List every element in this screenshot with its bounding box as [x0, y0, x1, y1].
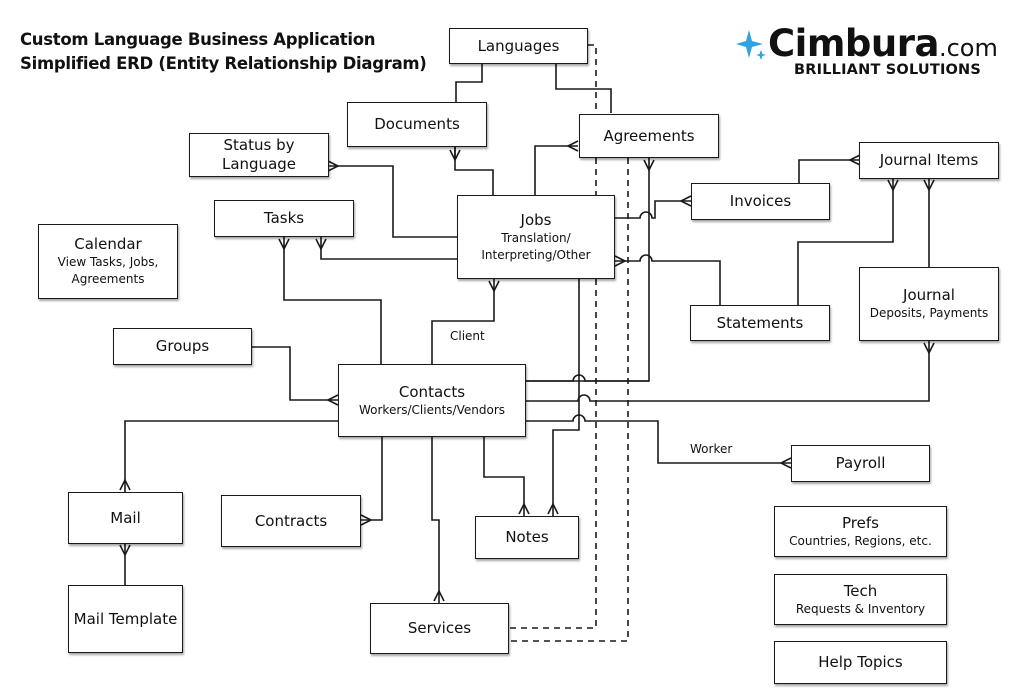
entity-description: Requests & Inventory — [795, 601, 926, 616]
line-groups-contacts — [251, 346, 338, 401]
entity-name: Services — [407, 619, 472, 637]
entity-name: Jobs — [520, 210, 552, 229]
line-tasks-contacts — [283, 237, 382, 364]
line-languages-documents — [455, 63, 483, 102]
entity-name: Contacts — [398, 382, 466, 401]
entity-jobs[interactable]: Jobs Translation/ Interpreting/Other — [457, 195, 615, 279]
entity-name: Tech — [843, 581, 878, 600]
entity-mail[interactable]: Mail — [68, 492, 183, 544]
line-contacts-mail — [124, 420, 338, 492]
entity-groups[interactable]: Groups — [113, 328, 252, 365]
entity-name: Payroll — [835, 454, 886, 472]
entity-description: Countries, Regions, etc. — [789, 533, 932, 548]
entity-journal-items[interactable]: Journal Items — [859, 142, 999, 179]
entity-tasks[interactable]: Tasks — [214, 200, 354, 237]
entity-services[interactable]: Services — [370, 603, 509, 654]
relationship-label-worker: Worker — [690, 442, 733, 456]
line-contacts-notes — [483, 437, 525, 516]
entity-description: View Tasks, Jobs, Agreements — [57, 255, 159, 286]
entity-calendar[interactable]: Calendar View Tasks, Jobs, Agreements — [38, 224, 178, 299]
entity-name: Languages — [477, 36, 560, 55]
line-agreements-jobs — [534, 145, 578, 195]
entity-name: Calendar — [74, 235, 142, 253]
entity-name: Status by Language — [221, 136, 297, 173]
line-contacts-payroll — [526, 414, 791, 464]
relationship-label-client: Client — [450, 329, 485, 343]
line-contacts-contracts — [361, 437, 383, 521]
entity-name: Agreements — [603, 126, 695, 145]
entity-name: Invoices — [729, 192, 792, 210]
entity-tech[interactable]: Tech Requests & Inventory — [774, 574, 947, 625]
line-languages-agreements — [555, 63, 612, 113]
line-jobs-contacts-client — [431, 279, 495, 364]
entity-status-by-language[interactable]: Status by Language — [189, 133, 329, 177]
entity-description: Deposits, Payments — [869, 306, 989, 320]
entity-name: Mail — [110, 508, 141, 527]
entity-invoices[interactable]: Invoices — [691, 183, 830, 220]
entity-name: Help Topics — [818, 653, 903, 671]
entity-notes[interactable]: Notes — [475, 516, 579, 559]
line-jobs-statements — [615, 254, 721, 305]
entity-name: Journal Items — [879, 151, 979, 169]
entity-statements[interactable]: Statements — [690, 305, 830, 341]
entity-name: Prefs — [842, 513, 879, 532]
entity-name: Contracts — [254, 511, 328, 530]
entity-languages[interactable]: Languages — [449, 28, 588, 64]
entity-name: Tasks — [263, 209, 305, 227]
entity-contracts[interactable]: Contracts — [221, 495, 361, 547]
line-documents-jobs — [454, 147, 494, 195]
entity-description: Translation/ Interpreting/Other — [481, 230, 591, 262]
entity-name: Journal — [903, 286, 955, 304]
entity-name: Statements — [716, 313, 804, 332]
entity-name: Documents — [374, 115, 460, 133]
entity-agreements[interactable]: Agreements — [579, 114, 719, 158]
entity-documents[interactable]: Documents — [347, 102, 487, 147]
entity-journal[interactable]: Journal Deposits, Payments — [859, 267, 999, 341]
entity-payroll[interactable]: Payroll — [791, 445, 930, 482]
entity-mail-template[interactable]: Mail Template — [68, 585, 183, 653]
line-journal-contacts — [526, 341, 930, 402]
entity-help-topics[interactable]: Help Topics — [774, 641, 947, 684]
entity-name: Groups — [155, 337, 210, 355]
line-contacts-services — [431, 437, 440, 603]
line-invoices-journalitems — [798, 159, 860, 183]
entity-description: Workers/Clients/Vendors — [358, 402, 505, 417]
line-jobs-invoices — [615, 200, 691, 219]
entity-name: Notes — [505, 528, 549, 546]
entity-name: Mail Template — [73, 609, 178, 628]
entity-prefs[interactable]: Prefs Countries, Regions, etc. — [774, 506, 947, 557]
line-tasks-jobs — [320, 237, 457, 260]
line-jobs-notes — [552, 279, 580, 516]
entity-contacts[interactable]: Contacts Workers/Clients/Vendors — [338, 364, 526, 437]
